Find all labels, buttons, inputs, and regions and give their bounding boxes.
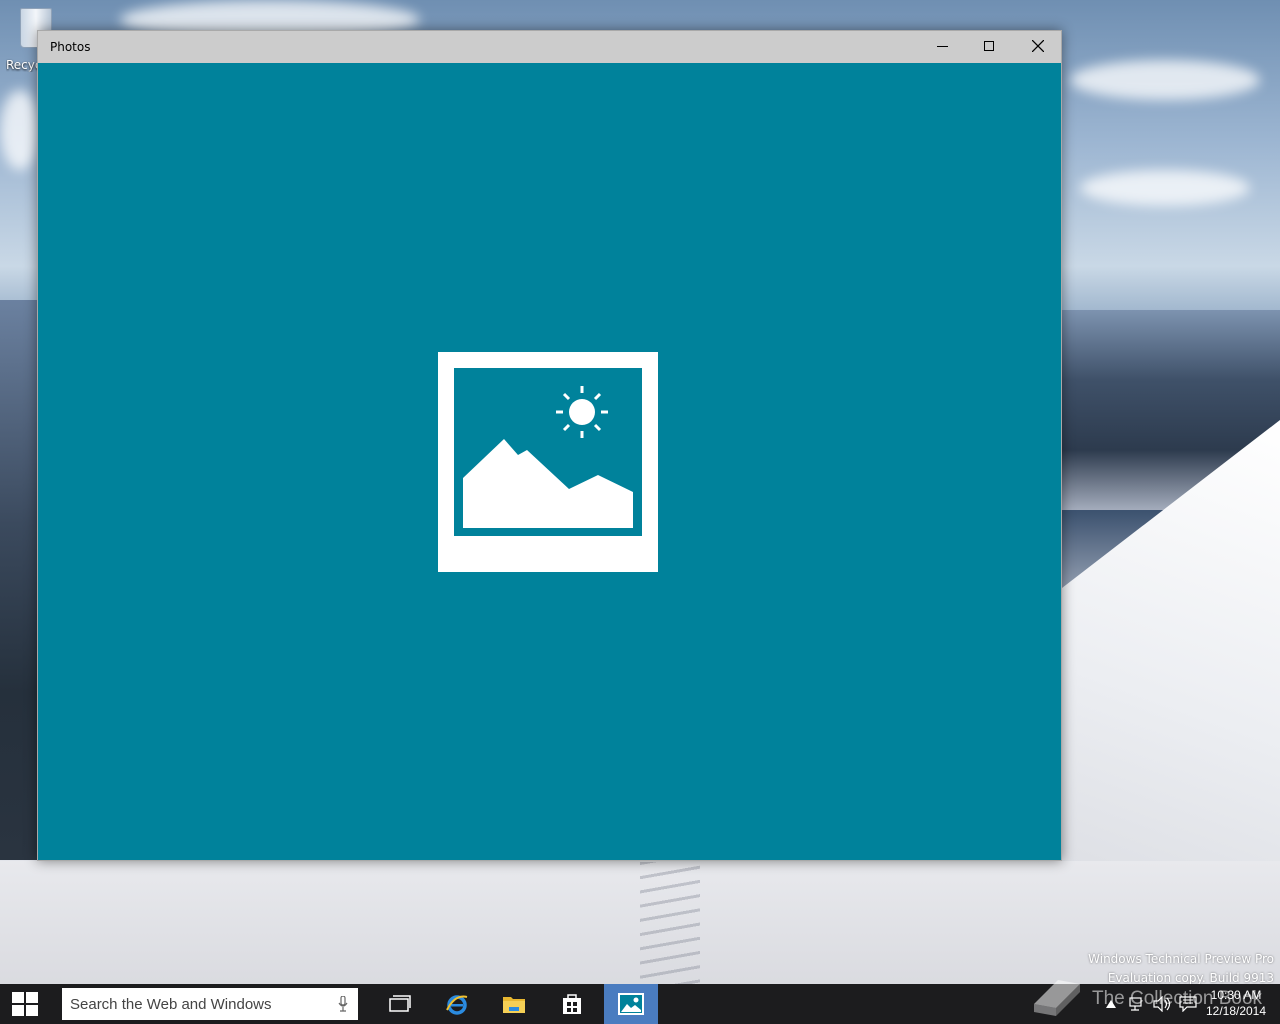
close-icon <box>1032 40 1044 52</box>
cloud <box>1080 170 1250 206</box>
file-explorer-button[interactable] <box>490 984 538 1024</box>
minimize-icon <box>937 46 948 47</box>
store-icon <box>563 994 581 1014</box>
internet-explorer-button[interactable] <box>433 984 481 1024</box>
task-view-button[interactable] <box>376 984 424 1024</box>
mountain-left <box>0 300 40 860</box>
photos-icon <box>618 993 644 1015</box>
photos-splash-area <box>38 63 1061 860</box>
windows-logo-icon <box>12 992 38 1016</box>
internet-explorer-icon <box>446 995 468 1015</box>
photos-window[interactable]: Photos <box>37 30 1062 861</box>
watermark-line1: Windows Technical Preview Pro <box>1088 952 1274 966</box>
taskbar: Search the Web and Windows 10:30 AM 12/1… <box>0 984 1280 1024</box>
evaluation-watermark: Windows Technical Preview Pro Evaluation… <box>1088 950 1274 988</box>
cloud <box>1070 60 1260 100</box>
book-logo-icon <box>1034 980 1080 1016</box>
search-box[interactable]: Search the Web and Windows <box>62 988 358 1020</box>
task-view-icon <box>389 995 411 1012</box>
maximize-button[interactable] <box>967 31 1013 63</box>
search-placeholder: Search the Web and Windows <box>70 996 272 1013</box>
cloud <box>0 90 40 170</box>
recycle-bin-label: Recycle Bin <box>6 58 38 72</box>
brand-watermark: The Collection Book <box>1092 988 1263 1009</box>
footprint-tracks <box>640 862 700 984</box>
photos-app-logo-icon <box>438 352 658 572</box>
store-button[interactable] <box>548 984 596 1024</box>
window-title: Photos <box>50 40 91 54</box>
folder-icon <box>503 997 525 1013</box>
maximize-icon <box>984 41 994 51</box>
microphone-icon[interactable] <box>338 996 348 1012</box>
start-button[interactable] <box>0 984 48 1024</box>
minimize-button[interactable] <box>920 31 966 63</box>
close-button[interactable] <box>1015 31 1061 63</box>
title-bar[interactable]: Photos <box>38 31 1061 63</box>
photos-taskbar-button[interactable] <box>604 984 658 1024</box>
